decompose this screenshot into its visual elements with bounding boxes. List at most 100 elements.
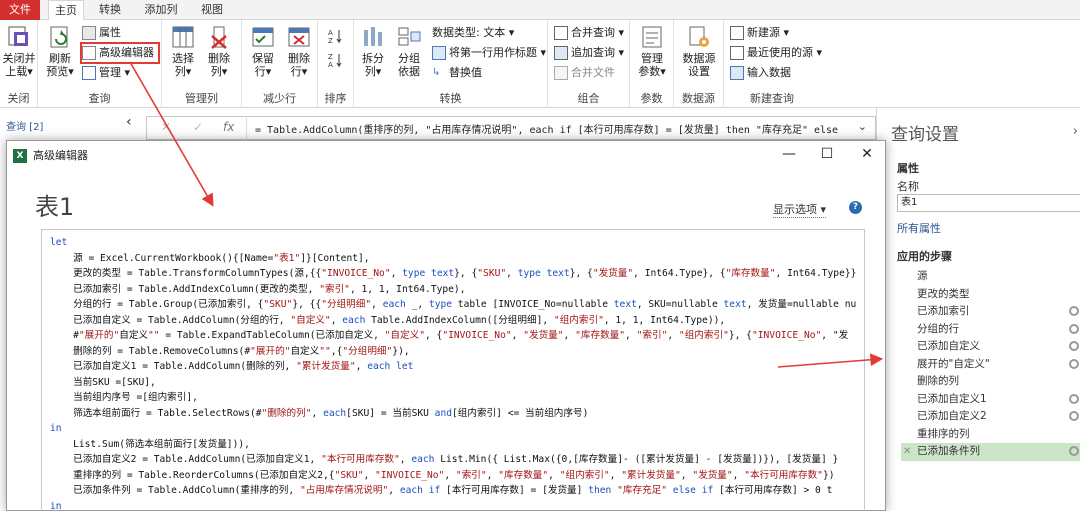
formula-text[interactable]: = Table.AddColumn(重排序的列, "占用库存情况说明", eac… [255,121,855,136]
replace-values-button[interactable]: ↳ 替换值 [432,64,482,82]
applied-step[interactable]: 已添加索引 [901,303,1080,321]
step-settings-gear-icon[interactable] [1069,446,1079,456]
delete-step-icon[interactable]: ✕ [903,443,911,461]
manage-params-label-1: 管理 [641,52,663,65]
group-label-manage-columns: 管理列 [185,92,218,105]
enter-data-label: 输入数据 [747,66,791,79]
group-manage-columns: 选择 列▾ 删除 列▾ 管理列 [162,20,242,108]
expand-formula-icon[interactable]: ⌄ [858,120,867,133]
applied-step[interactable]: 已添加自定义1 [901,391,1080,409]
keep-rows-label-1: 保留 [252,52,274,65]
tab-view[interactable]: 视图 [194,0,230,20]
code-line: in [50,500,62,511]
confirm-formula-icon[interactable]: ✓ [193,120,203,134]
remove-rows-icon [288,27,310,47]
queries-label[interactable]: 查询 [2] [6,118,43,133]
applied-step[interactable]: 已添加自定义 [901,338,1080,356]
applied-step[interactable]: 分组的行 [901,321,1080,339]
tab-add-column[interactable]: 添加列 [138,0,184,20]
tab-file[interactable]: 文件 [0,0,40,20]
sort-descending-icon[interactable]: ZA [328,52,344,68]
remove-rows-button[interactable]: 删除 行▾ [282,24,316,78]
applied-step[interactable]: 已添加自定义2 [901,408,1080,426]
applied-step[interactable]: 源 [901,268,1080,286]
group-params: 管理 参数▾ 参数 [630,20,674,108]
group-by-button[interactable]: 分组 依据 [394,24,424,78]
replace-icon: ↳ [432,67,441,78]
append-queries-button[interactable]: 追加查询 ▾ [554,44,624,62]
dialog-title-bar: X 高级编辑器 [13,147,88,165]
datasource-label-1: 数据源 [682,52,716,65]
collapse-settings-icon[interactable]: › [1073,124,1078,139]
close-load-icon [8,26,28,46]
data-type-dropdown[interactable]: 数据类型: 文本 ▾ [432,24,514,42]
applied-step[interactable]: 已添加条件列 ✕ [901,443,1080,461]
applied-step-label: 删除的列 [917,375,959,387]
applied-step[interactable]: 重排序的列 [901,426,1080,444]
code-line: in [50,423,62,434]
code-line: 已添加索引 = Table.AddIndexColumn(更改的类型, "索引"… [50,283,466,295]
first-row-header-button[interactable]: 将第一行用作标题 ▾ [432,44,546,62]
sort-ascending-icon[interactable]: AZ [328,28,344,44]
advanced-editor-icon [82,46,96,60]
remove-rows-label-2: 行▾ [290,65,308,78]
remove-columns-label-1: 删除 [208,52,230,65]
code-line: 删除的列 = Table.RemoveColumns(#"展开的"自定义"",{… [50,345,410,357]
combine-files-button[interactable]: 合并文件 [554,64,615,82]
replace-values-label: 替换值 [449,66,482,79]
merge-icon [554,26,568,40]
query-heading: 表1 [35,193,75,221]
cancel-formula-icon[interactable]: ✕ [161,120,171,134]
all-properties-link[interactable]: 所有属性 [897,220,941,236]
enter-data-button[interactable]: 输入数据 [730,64,791,82]
manage-params-button[interactable]: 管理 参数▾ [634,24,670,78]
properties-button[interactable]: 属性 [82,24,121,42]
code-line: let [50,237,68,248]
step-settings-gear-icon[interactable] [1069,411,1079,421]
code-text[interactable]: let 源 = Excel.CurrentWorkbook(){[Name="表… [50,235,856,511]
group-label-query: 查询 [88,92,111,105]
code-editor[interactable]: let 源 = Excel.CurrentWorkbook(){[Name="表… [41,229,865,511]
split-column-button[interactable]: 拆分 列▾ [358,24,388,78]
tab-transform[interactable]: 转换 [92,0,128,20]
advanced-editor-button[interactable]: 高级编辑器 [80,42,160,64]
refresh-preview-button[interactable]: 刷新 预览▾ [42,24,78,78]
close-icon[interactable]: ✕ [855,145,879,163]
choose-columns-button[interactable]: 选择 列▾ [166,24,200,78]
formula-controls: ✕ ✓ fx [147,117,247,139]
applied-step-label: 已添加自定义1 [917,392,987,405]
step-settings-gear-icon[interactable] [1069,323,1079,334]
new-source-button[interactable]: 新建源 ▾ [730,24,789,42]
manage-button[interactable]: 管理 ▾ [82,64,130,82]
remove-columns-icon [211,26,227,49]
svg-text:Z: Z [328,53,333,61]
applied-step-label: 重排序的列 [917,427,970,440]
display-options-dropdown[interactable]: 显示选项 ▾ [773,201,827,218]
collapse-queries-icon[interactable]: ‹ [126,114,132,130]
applied-step[interactable]: 更改的类型 [901,286,1080,304]
recent-sources-button[interactable]: 最近使用的源 ▾ [730,44,822,62]
step-settings-gear-icon[interactable] [1069,393,1079,404]
tab-home[interactable]: 主页 [48,0,84,21]
step-settings-gear-icon[interactable] [1069,358,1079,369]
keep-rows-button[interactable]: 保留 行▾ [246,24,280,78]
group-reduce-rows: 保留 行▾ 删除 行▾ 减少行 [242,20,318,108]
fx-icon[interactable]: fx [223,120,234,134]
minimize-icon[interactable]: — [777,145,801,163]
help-icon[interactable]: ? [849,201,862,214]
manage-params-label-2: 参数▾ [638,65,666,78]
step-settings-gear-icon[interactable] [1069,306,1079,316]
query-name-input[interactable]: 表1 [897,194,1080,212]
manage-label: 管理 ▾ [99,66,131,79]
code-line: 分组的行 = Table.Group(已添加索引, {"SKU"}, {{"分组… [50,299,857,310]
code-line: 已添加自定义1 = Table.AddColumn(删除的列, "累计发货量",… [50,361,414,372]
maximize-icon[interactable]: ☐ [815,145,839,163]
applied-step[interactable]: 删除的列 [901,373,1080,391]
datasource-settings-button[interactable]: 数据源 设置 [678,24,720,78]
merge-queries-button[interactable]: 合并查询 ▾ [554,24,624,42]
close-load-button[interactable]: 关闭并 上载▾ [2,24,36,78]
datasource-settings-icon [689,26,709,47]
remove-columns-button[interactable]: 删除 列▾ [202,24,236,78]
step-settings-gear-icon[interactable] [1069,341,1079,351]
applied-step[interactable]: 展开的"自定义" [901,356,1080,374]
